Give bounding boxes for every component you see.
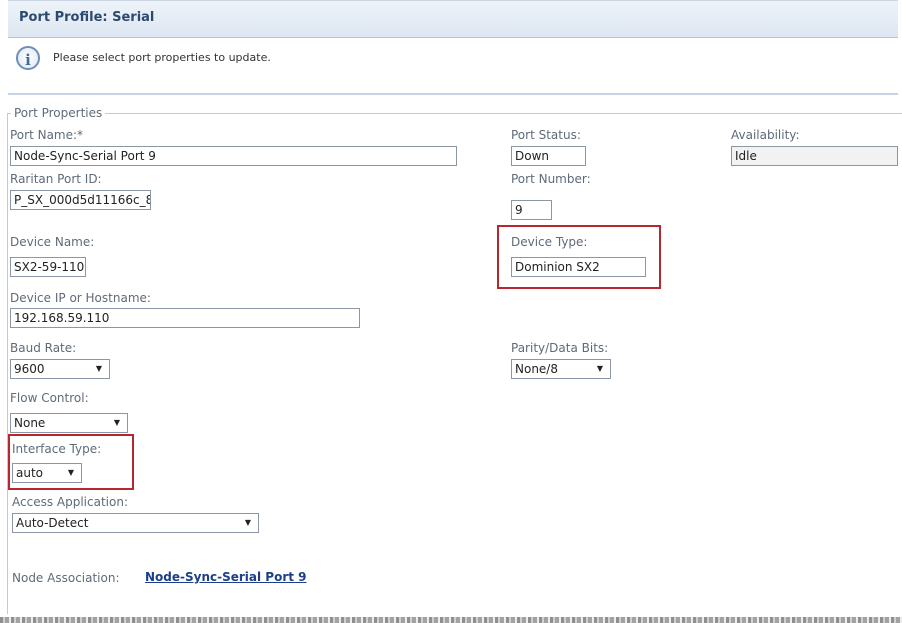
access-application-value: Auto-Detect	[16, 516, 89, 530]
flow-control-label: Flow Control:	[10, 391, 89, 405]
interface-type-label: Interface Type:	[12, 442, 102, 456]
chevron-down-icon: ▼	[596, 364, 604, 373]
port-number-field: 9	[511, 200, 552, 220]
device-type-field: Dominion SX2	[511, 257, 646, 277]
page-header: Port Profile: Serial	[8, 0, 898, 38]
device-name-label: Device Name:	[10, 235, 95, 249]
node-association-link[interactable]: Node-Sync-Serial Port 9	[145, 570, 307, 584]
page-title: Port Profile: Serial	[19, 10, 155, 25]
device-name-field: SX2-59-110	[10, 257, 86, 277]
chevron-down-icon: ▼	[95, 364, 103, 373]
baud-rate-label: Baud Rate:	[10, 341, 77, 355]
access-application-select[interactable]: Auto-Detect ▼	[12, 513, 259, 533]
info-bar: i Please select port properties to updat…	[8, 38, 898, 84]
availability-label: Availability:	[731, 128, 800, 142]
divider	[8, 93, 898, 95]
chevron-down-icon: ▼	[67, 468, 75, 477]
access-application-label: Access Application:	[12, 495, 128, 509]
flow-control-select[interactable]: None ▼	[10, 413, 128, 433]
port-status-field: Down	[511, 146, 586, 166]
info-icon: i	[16, 46, 40, 70]
port-status-label: Port Status:	[511, 128, 581, 142]
availability-field: Idle	[731, 146, 898, 166]
interface-type-select[interactable]: auto ▼	[12, 463, 82, 483]
interface-type-value: auto	[16, 466, 44, 480]
raritan-port-id-field: P_SX_000d5d11166c_8	[10, 190, 151, 210]
baud-rate-select[interactable]: 9600 ▼	[10, 359, 110, 379]
parity-select[interactable]: None/8 ▼	[511, 359, 611, 379]
parity-label: Parity/Data Bits:	[511, 341, 609, 355]
baud-rate-value: 9600	[14, 362, 45, 376]
port-number-label: Port Number:	[511, 172, 591, 186]
port-properties-legend: Port Properties	[11, 106, 106, 120]
node-association-label: Node Association:	[12, 571, 120, 585]
cropped-edge	[0, 617, 902, 623]
port-name-label: Port Name:*	[10, 128, 84, 142]
port-properties-fieldset	[7, 113, 902, 614]
chevron-down-icon: ▼	[113, 418, 121, 427]
port-name-input[interactable]: Node-Sync-Serial Port 9	[10, 146, 457, 166]
parity-value: None/8	[515, 362, 558, 376]
device-ip-input[interactable]: 192.168.59.110	[10, 308, 360, 328]
device-ip-label: Device IP or Hostname:	[10, 291, 151, 305]
info-message: Please select port properties to update.	[53, 51, 271, 64]
raritan-port-id-label: Raritan Port ID:	[10, 172, 102, 186]
chevron-down-icon: ▼	[244, 518, 252, 527]
flow-control-value: None	[14, 416, 46, 430]
device-type-label: Device Type:	[511, 235, 588, 249]
